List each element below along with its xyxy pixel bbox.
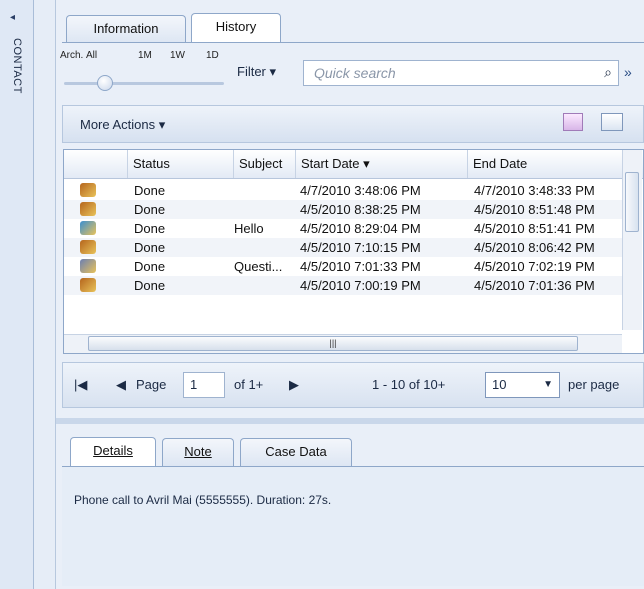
- details-content: [62, 466, 644, 586]
- chevron-down-icon: ▼: [543, 379, 553, 390]
- panel-splitter[interactable]: [56, 418, 644, 424]
- table-row[interactable]: Done Hello 4/5/2010 8:29:04 PM 4/5/2010 8:5…: [64, 219, 624, 238]
- tab-history[interactable]: History: [191, 13, 281, 43]
- cell-start-date: 4/5/2010 7:10:15 PM: [300, 240, 421, 255]
- cell-start-date: 4/5/2010 8:29:04 PM: [300, 221, 421, 236]
- cell-end-date: 4/5/2010 8:51:41 PM: [474, 221, 595, 236]
- timeline-label-1d: 1D: [206, 50, 219, 61]
- history-grid: Status Subject Start Date ▾ End Date Don…: [63, 149, 644, 354]
- timeline-label-archive: Arch.: [60, 50, 84, 61]
- column-end-date[interactable]: End Date: [468, 150, 623, 178]
- phone-call-icon: [80, 202, 96, 216]
- cell-status: Done: [134, 259, 166, 274]
- grid-header: Status Subject Start Date ▾ End Date: [64, 150, 643, 179]
- email-icon: [80, 259, 96, 273]
- quick-search-input[interactable]: Quick search ⌕: [303, 60, 619, 86]
- grid-horizontal-scroll-thumb[interactable]: |||: [88, 336, 578, 351]
- cell-end-date: 4/5/2010 7:01:36 PM: [474, 278, 595, 293]
- first-page-icon[interactable]: |◀: [74, 377, 87, 393]
- timeline-slider-track[interactable]: [64, 82, 224, 85]
- more-actions-button[interactable]: More Actions ▾: [80, 117, 165, 133]
- cell-start-date: 4/5/2010 7:01:33 PM: [300, 259, 421, 274]
- timeline-label-all: All: [86, 50, 98, 61]
- cell-end-date: 4/7/2010 3:48:33 PM: [474, 183, 595, 198]
- record-range: 1 - 10 of 10+: [372, 377, 446, 392]
- table-row[interactable]: Done 4/5/2010 7:00:19 PM 4/5/2010 7:01:36 …: [64, 276, 624, 295]
- per-page-label: per page: [568, 377, 620, 392]
- column-icon: [64, 150, 128, 178]
- column-status[interactable]: Status: [128, 150, 234, 178]
- expand-filter-icon[interactable]: »: [624, 64, 632, 80]
- cell-end-date: 4/5/2010 7:02:19 PM: [474, 259, 595, 274]
- page-total: of 1+: [234, 377, 264, 392]
- column-start-date[interactable]: Start Date ▾: [296, 150, 468, 178]
- cell-end-date: 4/5/2010 8:51:48 PM: [474, 202, 595, 217]
- cell-start-date: 4/5/2010 7:00:19 PM: [300, 278, 421, 293]
- table-row[interactable]: Done 4/5/2010 8:38:25 PM 4/5/2010 8:51:48 …: [64, 200, 624, 219]
- cell-status: Done: [134, 221, 166, 236]
- details-text: Phone call to Avril Mai (5555555). Durat…: [74, 493, 332, 507]
- timeline-slider-handle[interactable]: [97, 75, 113, 91]
- cell-subject: Hello: [234, 221, 264, 236]
- timeline-labels: Arch. All 1M 1W 1D: [60, 50, 230, 64]
- contact-label: CONTACT: [11, 38, 23, 94]
- show-details-icon[interactable]: [601, 113, 623, 131]
- cell-end-date: 4/5/2010 8:06:42 PM: [474, 240, 595, 255]
- panel-gutter: [34, 0, 56, 589]
- tab-information[interactable]: Information: [66, 15, 186, 43]
- chat-icon: [80, 221, 96, 235]
- timeline-label-1w: 1W: [170, 50, 185, 61]
- column-subject[interactable]: Subject: [234, 150, 296, 178]
- search-placeholder: Quick search: [314, 65, 396, 81]
- cell-status: Done: [134, 240, 166, 255]
- table-row[interactable]: Done 4/7/2010 3:48:06 PM 4/7/2010 3:48:33 …: [64, 181, 624, 200]
- cell-status: Done: [134, 183, 166, 198]
- per-page-value: 10: [492, 377, 507, 392]
- phone-call-icon: [80, 183, 96, 197]
- cell-start-date: 4/5/2010 8:38:25 PM: [300, 202, 421, 217]
- tab-case-data[interactable]: Case Data: [240, 438, 352, 466]
- collapse-arrow-icon[interactable]: ◂: [10, 12, 15, 23]
- timeline-label-1m: 1M: [138, 50, 152, 61]
- cell-subject: Questi...: [234, 259, 283, 274]
- page-label: Page: [136, 377, 167, 392]
- contact-panel-toggle[interactable]: CONTACT: [3, 38, 29, 108]
- prev-page-icon[interactable]: ◀: [116, 377, 126, 393]
- tab-divider: [62, 42, 644, 43]
- tab-note[interactable]: Note: [162, 438, 234, 466]
- grid-vertical-scroll-thumb[interactable]: [625, 172, 639, 232]
- mark-done-icon[interactable]: [563, 113, 583, 131]
- cell-status: Done: [134, 202, 166, 217]
- page-number-input[interactable]: 1: [183, 372, 225, 398]
- next-page-icon[interactable]: ▶: [289, 377, 299, 393]
- table-row[interactable]: Done 4/5/2010 7:10:15 PM 4/5/2010 8:06:42 …: [64, 238, 624, 257]
- tab-details[interactable]: Details: [70, 437, 156, 467]
- phone-call-icon: [80, 240, 96, 254]
- phone-call-icon: [80, 278, 96, 292]
- cell-start-date: 4/7/2010 3:48:06 PM: [300, 183, 421, 198]
- table-row[interactable]: Done Questi... 4/5/2010 7:01:33 PM 4/5/2010…: [64, 257, 624, 276]
- search-icon[interactable]: ⌕: [604, 64, 612, 81]
- filter-button[interactable]: Filter ▾: [237, 64, 276, 80]
- cell-status: Done: [134, 278, 166, 293]
- per-page-select[interactable]: 10 ▼: [485, 372, 560, 398]
